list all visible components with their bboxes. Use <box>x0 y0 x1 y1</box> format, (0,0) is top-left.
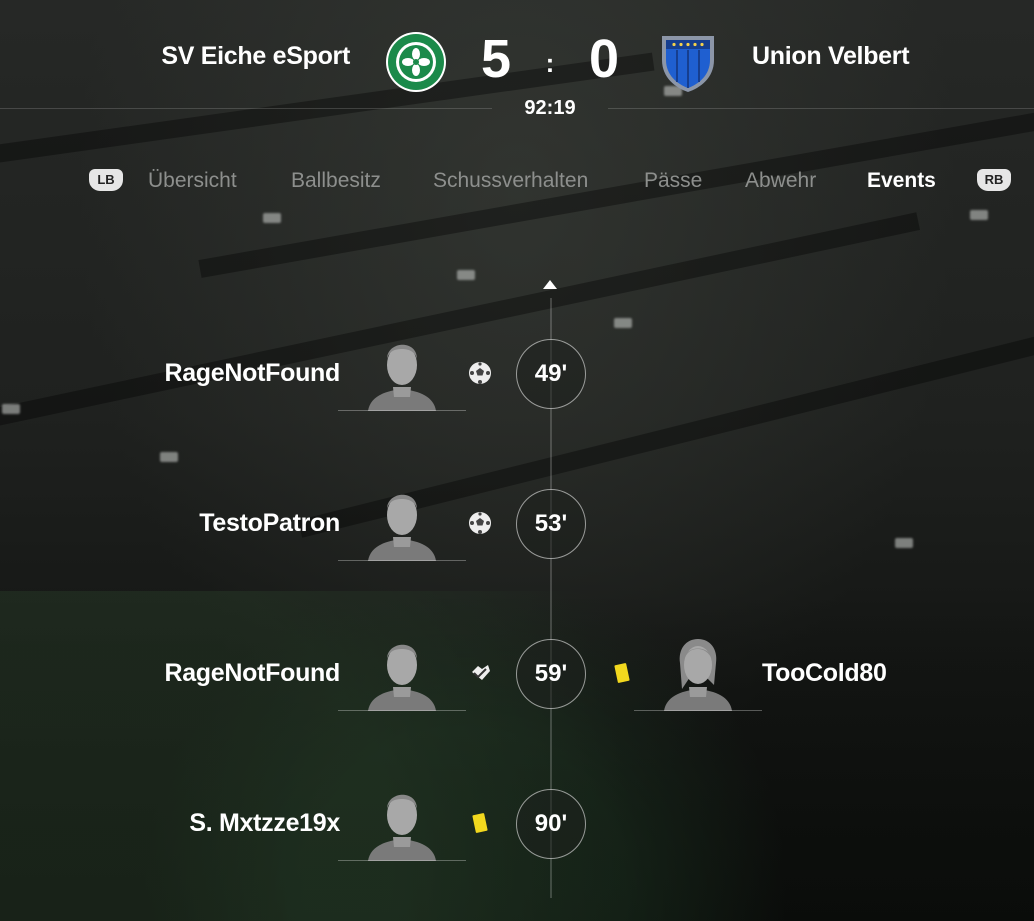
away-score: 0 <box>588 29 620 89</box>
away-player-name: TooCold80 <box>762 659 887 687</box>
blue-shield-crest-icon <box>662 36 714 92</box>
scroll-up-arrow-icon[interactable] <box>543 280 557 289</box>
goal-ball-icon <box>469 512 491 534</box>
event-minute: 49' <box>516 339 586 409</box>
player-portrait-icon <box>634 629 762 711</box>
event-minute: 90' <box>516 789 586 859</box>
away-team-name: Union Velbert <box>752 42 910 70</box>
tab-uebersicht[interactable]: Übersicht <box>148 169 237 193</box>
match-header: SV Eiche eSport 5 : 0 Union Velbert 92:1… <box>0 0 1034 130</box>
event-minute: 53' <box>516 489 586 559</box>
rb-bumper-icon[interactable]: RB <box>977 169 1011 191</box>
assist-icon <box>472 665 490 680</box>
home-player-name: RageNotFound <box>164 659 340 687</box>
celtic-crest-icon <box>386 32 446 92</box>
event-minute: 59' <box>516 639 586 709</box>
goal-ball-icon <box>469 362 491 384</box>
home-team-name: SV Eiche eSport <box>161 42 350 70</box>
event-row: RageNotFound 59' TooCold80 <box>0 639 1034 711</box>
tab-events[interactable]: Events <box>867 169 936 193</box>
header-divider-right <box>608 108 1034 109</box>
match-clock: 92:19 <box>524 97 576 119</box>
stats-tab-bar: LB Übersicht Ballbesitz Schussverhalten … <box>0 160 1034 204</box>
tab-paesse[interactable]: Pässe <box>644 169 702 193</box>
event-row: RageNotFound 49' <box>0 339 1034 411</box>
tab-ballbesitz[interactable]: Ballbesitz <box>291 169 381 193</box>
yellow-card-icon <box>610 661 634 685</box>
tab-abwehr[interactable]: Abwehr <box>745 169 816 193</box>
home-score: 5 <box>480 29 512 89</box>
yellow-card-icon <box>468 811 492 835</box>
player-portrait-icon <box>338 629 466 711</box>
event-row: S. Mxtzze19x 90' <box>0 789 1034 861</box>
player-portrait-icon <box>338 779 466 861</box>
event-row: TestoPatron 53' <box>0 489 1034 561</box>
tab-schussverhalten[interactable]: Schussverhalten <box>433 169 588 193</box>
stadium-background <box>0 0 1034 921</box>
home-player-name: RageNotFound <box>164 359 340 387</box>
player-portrait-icon <box>338 329 466 411</box>
lb-bumper-icon[interactable]: LB <box>89 169 123 191</box>
home-player-name: TestoPatron <box>199 509 340 537</box>
score-separator: : <box>545 48 555 78</box>
header-divider-left <box>0 108 492 109</box>
player-portrait-icon <box>338 479 466 561</box>
home-player-name: S. Mxtzze19x <box>189 809 340 837</box>
